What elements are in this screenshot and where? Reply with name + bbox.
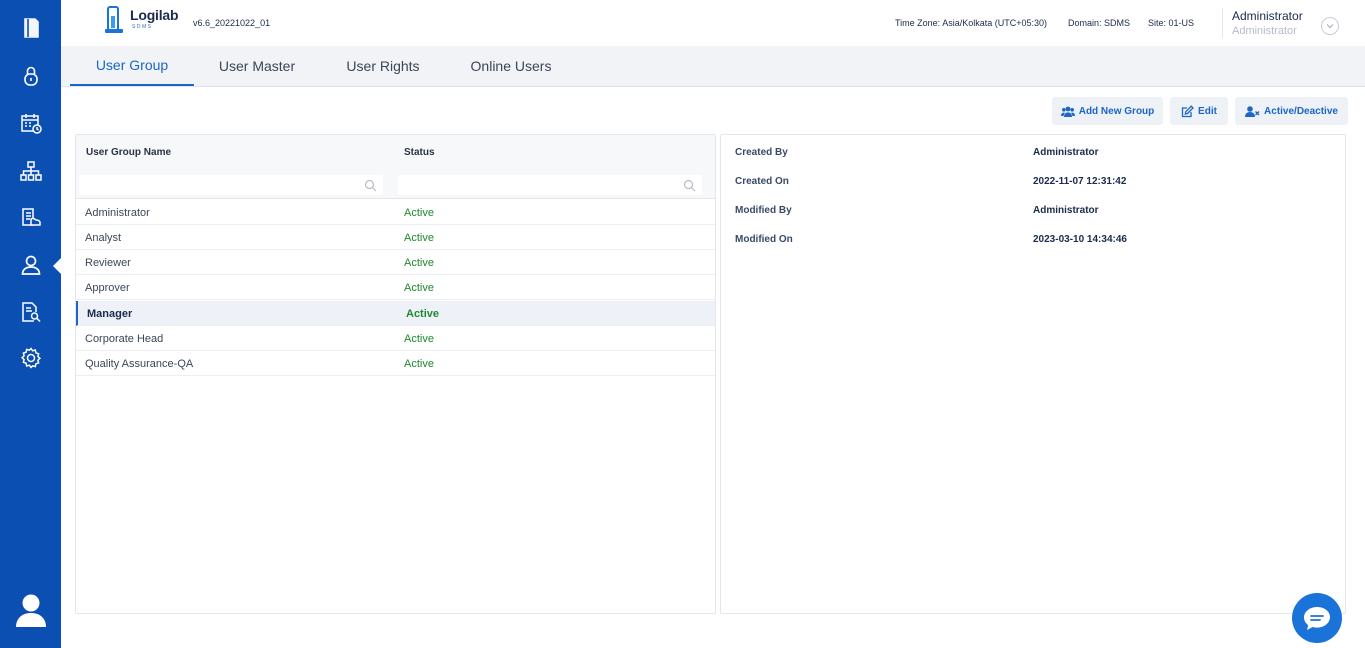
chat-button[interactable] [1292,593,1342,643]
tab-user-group[interactable]: User Group [70,46,194,86]
active-indicator [53,258,61,274]
tab-online-users[interactable]: Online Users [456,46,566,86]
group-name-cell: Approver [85,282,130,294]
logo-subtitle: SDMS [132,24,153,30]
modified-on-value: 2023-03-10 14:34:46 [1033,234,1127,245]
app-logo[interactable]: Logilab SDMS [104,6,179,34]
group-name-filter [79,175,383,196]
column-header-group-name[interactable]: User Group Name [86,147,171,158]
status-filter [398,175,702,196]
created-on-label: Created On [735,176,789,187]
status-filter-input[interactable] [398,175,702,196]
timezone-value: Asia/Kolkata (UTC+05:30) [942,18,1047,28]
site-label: Site: [1148,18,1167,28]
domain-info: Domain: SDMS [1068,18,1130,28]
sidebar-item-users[interactable] [0,245,61,285]
active-deactive-label: Active/Deactive [1264,105,1338,117]
edit-icon [1181,104,1194,117]
created-on-value: 2022-11-07 12:31:42 [1033,176,1127,187]
group-name-cell: Quality Assurance-QA [85,358,194,370]
site-value: 01-US [1168,18,1195,28]
sidebar-item-reports[interactable] [0,197,61,237]
status-cell: Active [404,358,434,370]
add-new-group-label: Add New Group [1078,105,1155,117]
user-role: Administrator [1232,25,1297,37]
user-name: Administrator [1232,9,1303,23]
sidebar-item-lock[interactable] [0,56,61,96]
document-search-icon [21,302,41,323]
modified-by-label: Modified By [735,205,792,216]
top-header: Logilab SDMS v6.6_20221022_01 Time Zone:… [61,0,1365,46]
version-label: v6.6_20221022_01 [193,18,271,28]
profile-avatar-button[interactable] [0,588,61,632]
chat-icon [1304,607,1330,630]
group-details-panel: Created By Administrator Created On 2022… [720,134,1346,614]
sidebar-item-documents[interactable] [0,8,61,48]
column-header-status[interactable]: Status [404,147,435,158]
status-cell: Active [404,282,434,294]
group-name-cell: Analyst [85,232,122,244]
site-info: Site: 01-US [1148,18,1194,28]
group-name-cell: Manager [87,308,133,320]
calendar-clock-icon [20,114,42,134]
table-row[interactable]: Corporate Head Active [76,326,715,351]
logo-mark-icon [104,6,124,34]
chevron-down-icon [1326,24,1334,29]
status-cell: Active [406,308,440,320]
status-cell: Active [404,207,434,219]
edit-button[interactable]: Edit [1170,97,1228,125]
modified-on-label: Modified On [735,234,793,245]
table-row[interactable]: Analyst Active [76,225,715,250]
tab-bar: User Group User Master User Rights Onlin… [61,46,1365,87]
status-cell: Active [404,257,434,269]
search-icon [364,179,377,192]
add-new-group-button[interactable]: Add New Group [1052,97,1163,125]
search-icon [683,179,696,192]
user-remove-icon [1245,105,1260,117]
sidebar-item-audit[interactable] [0,292,61,332]
user-group-grid: User Group Name Status Administrator Act… [75,134,716,614]
timezone-info: Time Zone: Asia/Kolkata (UTC+05:30) [895,18,1047,28]
document-icon [23,18,39,38]
sidebar [0,0,61,648]
domain-label: Domain: [1068,18,1102,28]
table-row[interactable]: Reviewer Active [76,250,715,275]
group-name-cell: Corporate Head [85,333,164,345]
grid-filter-row [76,171,715,199]
created-by-value: Administrator [1033,147,1099,158]
avatar-icon [15,594,46,627]
sidebar-item-hierarchy[interactable] [0,151,61,191]
table-row[interactable]: Approver Active [76,275,715,300]
active-deactive-button[interactable]: Active/Deactive [1235,97,1348,125]
created-by-label: Created By [735,147,788,158]
users-icon [1060,106,1075,117]
group-name-filter-input[interactable] [79,175,383,196]
table-row[interactable]: Administrator Active [76,200,715,225]
grid-header: User Group Name Status [76,135,715,171]
sidebar-item-schedule[interactable] [0,103,61,143]
group-name-cell: Reviewer [85,257,131,269]
user-icon [21,255,40,275]
status-cell: Active [404,232,434,244]
table-row-selected[interactable]: Manager Active [76,301,715,326]
timezone-label: Time Zone: [895,18,941,28]
group-name-cell: Administrator [85,207,150,219]
user-menu-dropdown[interactable] [1321,17,1339,35]
status-cell: Active [404,333,434,345]
gear-icon [20,347,41,369]
lock-icon [23,66,38,86]
sidebar-item-settings[interactable] [0,338,61,378]
header-divider [1222,8,1223,38]
tab-user-master[interactable]: User Master [204,46,310,86]
table-row[interactable]: Quality Assurance-QA Active [76,351,715,376]
app-root: Logilab SDMS v6.6_20221022_01 Time Zone:… [0,0,1365,648]
modified-by-value: Administrator [1033,205,1099,216]
logo-name: Logilab [130,7,179,23]
edit-label: Edit [1198,105,1217,117]
hierarchy-icon [19,161,42,181]
report-icon [21,208,41,226]
tab-user-rights[interactable]: User Rights [330,46,436,86]
domain-value: SDMS [1104,18,1131,28]
